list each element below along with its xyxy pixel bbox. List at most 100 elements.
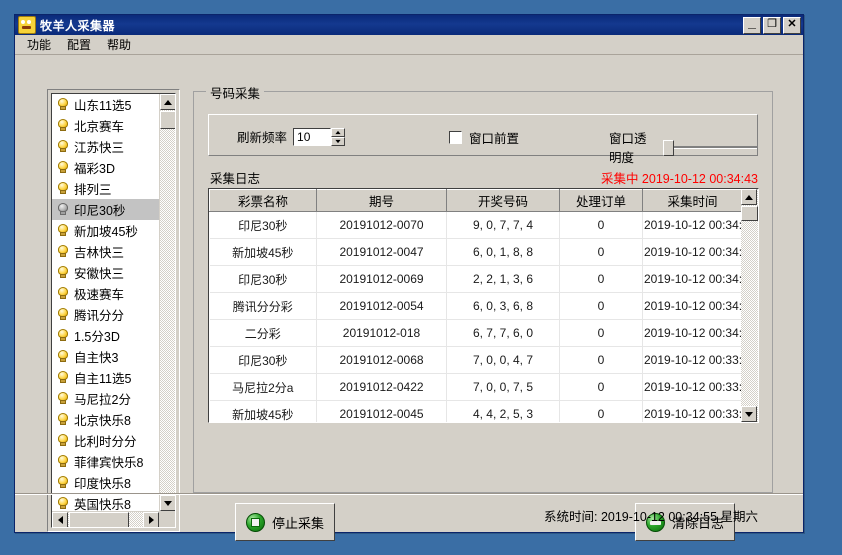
sidebar-item-7[interactable]: 吉林快三 [52,241,159,262]
log-column-header-4[interactable]: 采集时间 [643,190,742,212]
transparency-slider[interactable] [663,139,757,155]
bulb-icon [57,161,69,174]
log-cell-4-0: 二分彩 [210,320,317,347]
chevron-down-icon [745,412,753,417]
log-cell-3-3: 0 [560,293,643,320]
log-scroll-up-button[interactable] [741,189,757,205]
log-cell-6-1: 20191012-0422 [317,374,447,401]
maximize-button[interactable]: ❐ [763,17,781,34]
system-time-text: 系统时间: 2019-10-12 00:34:55 星期六 [544,506,758,525]
sidebar-item-5[interactable]: 印尼30秒 [52,199,159,220]
log-cell-2-0: 印尼30秒 [210,266,317,293]
bulb-icon [57,203,69,216]
sidebar-item-4[interactable]: 排列三 [52,178,159,199]
log-cell-4-4: 2019-10-12 00:34:04 [643,320,742,347]
menu-item-help[interactable]: 帮助 [99,34,139,55]
sidebar-item-13[interactable]: 自主11选5 [52,367,159,388]
log-cell-5-1: 20191012-0068 [317,347,447,374]
sidebar-item-15[interactable]: 北京快乐8 [52,409,159,430]
sidebar-item-label: 新加坡45秒 [74,221,138,240]
log-cell-7-4: 2019-10-12 00:33:13 [643,401,742,423]
sidebar-vertical-scrollbar[interactable] [159,94,175,511]
table-row[interactable]: 印尼30秒20191012-00709, 0, 7, 7, 402019-10-… [210,212,742,239]
table-row[interactable]: 新加坡45秒20191012-00476, 0, 1, 8, 802019-10… [210,239,742,266]
sidebar-item-10[interactable]: 腾讯分分 [52,304,159,325]
sidebar-item-label: 印尼30秒 [74,200,125,219]
menu-item-config[interactable]: 配置 [59,34,99,55]
log-vertical-scrollbar[interactable] [741,189,758,422]
lottery-list[interactable]: 山东11选5北京赛车江苏快三福彩3D排列三印尼30秒新加坡45秒吉林快三安徽快三… [51,93,176,528]
table-row[interactable]: 新加坡45秒20191012-00454, 4, 2, 5, 302019-10… [210,401,742,423]
table-row[interactable]: 马尼拉2分a20191012-04227, 0, 0, 7, 502019-10… [210,374,742,401]
sidebar-item-label: 安徽快三 [74,263,124,282]
log-cell-3-2: 6, 0, 3, 6, 8 [447,293,560,320]
log-cell-7-0: 新加坡45秒 [210,401,317,423]
sidebar-item-2[interactable]: 江苏快三 [52,136,159,157]
log-column-header-0[interactable]: 彩票名称 [210,190,317,212]
sidebar-panel: 山东11选5北京赛车江苏快三福彩3D排列三印尼30秒新加坡45秒吉林快三安徽快三… [47,89,180,532]
table-row[interactable]: 腾讯分分彩20191012-00546, 0, 3, 6, 802019-10-… [210,293,742,320]
close-button[interactable]: ✕ [783,17,801,34]
sidebar-item-16[interactable]: 比利时分分 [52,430,159,451]
groupbox-title: 号码采集 [206,83,264,102]
refresh-rate-input[interactable]: 10 [293,128,331,146]
log-cell-3-4: 2019-10-12 00:34:06 [643,293,742,320]
bulb-icon [57,224,69,237]
log-cell-1-1: 20191012-0047 [317,239,447,266]
options-panel: 刷新频率 10 窗口前置 [208,114,758,156]
log-cell-1-0: 新加坡45秒 [210,239,317,266]
log-cell-5-4: 2019-10-12 00:33:37 [643,347,742,374]
close-icon: ✕ [784,18,800,33]
log-cell-7-3: 0 [560,401,643,423]
log-cell-7-1: 20191012-0045 [317,401,447,423]
sidebar-item-1[interactable]: 北京赛车 [52,115,159,136]
log-table-header-row: 彩票名称期号开奖号码处理订单采集时间 [210,190,742,212]
log-column-header-1[interactable]: 期号 [317,190,447,212]
sidebar-item-9[interactable]: 极速赛车 [52,283,159,304]
sidebar-item-label: 腾讯分分 [74,305,124,324]
table-row[interactable]: 印尼30秒20191012-00692, 2, 1, 3, 602019-10-… [210,266,742,293]
sidebar-item-14[interactable]: 马尼拉2分 [52,388,159,409]
log-scroll-thumb[interactable] [741,206,758,221]
sidebar-item-label: 福彩3D [74,158,115,177]
log-cell-5-2: 7, 0, 0, 4, 7 [447,347,560,374]
slider-thumb[interactable] [663,140,674,156]
sidebar-scroll-thumb[interactable] [160,111,176,129]
sidebar-item-3[interactable]: 福彩3D [52,157,159,178]
log-scroll-down-button[interactable] [741,406,757,422]
topmost-checkbox[interactable] [449,131,462,144]
log-column-header-2[interactable]: 开奖号码 [447,190,560,212]
log-cell-0-1: 20191012-0070 [317,212,447,239]
sidebar-item-6[interactable]: 新加坡45秒 [52,220,159,241]
log-column-header-3[interactable]: 处理订单 [560,190,643,212]
sidebar-item-17[interactable]: 菲律宾快乐8 [52,451,159,472]
sidebar-item-label: 比利时分分 [74,431,137,450]
log-cell-6-3: 0 [560,374,643,401]
minimize-button[interactable]: _ [743,17,761,34]
scroll-up-button[interactable] [160,94,176,110]
spin-up-icon [335,130,340,133]
sidebar-item-8[interactable]: 安徽快三 [52,262,159,283]
log-cell-0-2: 9, 0, 7, 7, 4 [447,212,560,239]
refresh-rate-stepper[interactable]: 10 [293,128,345,146]
bulb-icon [57,350,69,363]
table-row[interactable]: 二分彩20191012-0186, 7, 7, 6, 002019-10-12 … [210,320,742,347]
menu-item-function[interactable]: 功能 [19,34,59,55]
log-cell-1-4: 2019-10-12 00:34:35 [643,239,742,266]
sidebar-item-label: 印度快乐8 [74,473,131,492]
sidebar-item-label: 1.5分3D [74,326,120,345]
spin-down-button[interactable] [331,137,345,146]
bulb-icon [57,476,69,489]
table-row[interactable]: 印尼30秒20191012-00687, 0, 0, 4, 702019-10-… [210,347,742,374]
bulb-icon [57,98,69,111]
sidebar-item-12[interactable]: 自主快3 [52,346,159,367]
title-bar: 牧羊人采集器 _ ❐ ✕ [15,15,803,35]
log-cell-4-1: 20191012-018 [317,320,447,347]
sidebar-item-11[interactable]: 1.5分3D [52,325,159,346]
sidebar-item-18[interactable]: 印度快乐8 [52,472,159,493]
sidebar-item-label: 极速赛车 [74,284,124,303]
sidebar-item-label: 山东11选5 [74,95,131,114]
spin-up-button[interactable] [331,128,345,137]
bulb-icon [57,392,69,405]
sidebar-item-0[interactable]: 山东11选5 [52,94,159,115]
